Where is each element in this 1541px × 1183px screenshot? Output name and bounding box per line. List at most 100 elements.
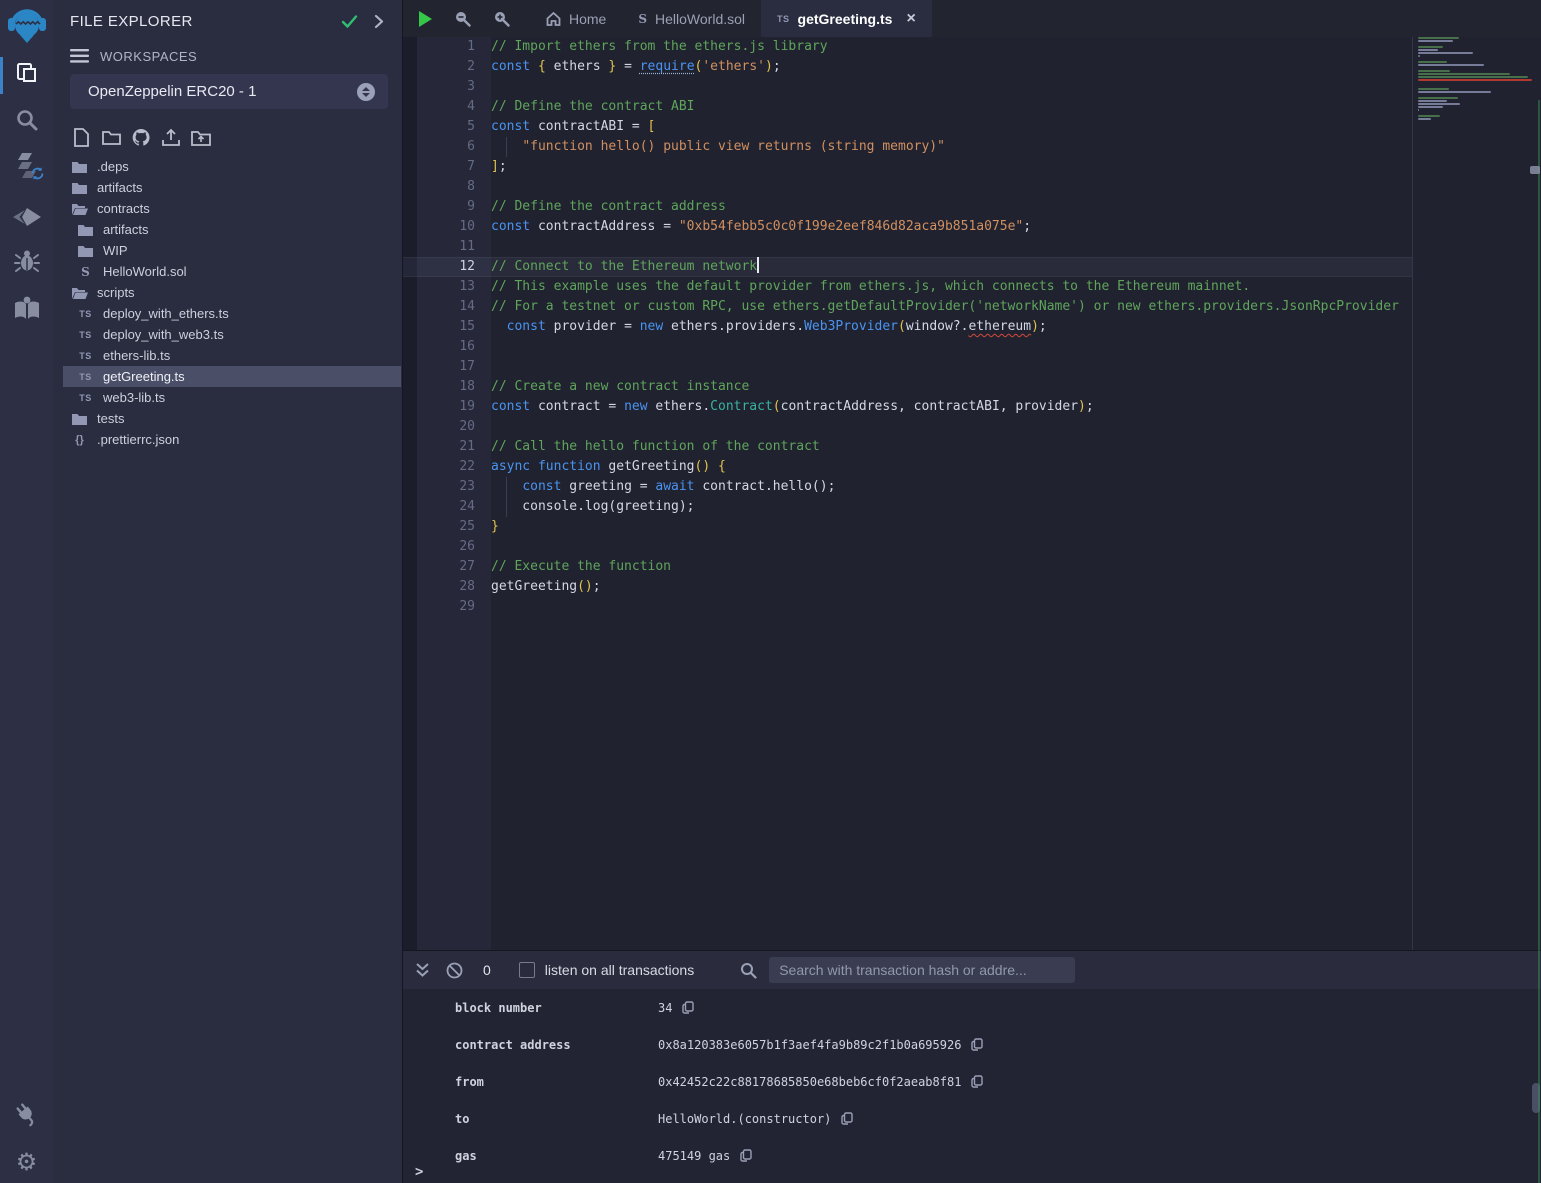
transaction-detail-row: block number34	[403, 989, 1541, 1026]
sidebar-item-unit-testing[interactable]	[0, 287, 53, 334]
transaction-detail-row: toHelloWorld.(constructor)	[403, 1100, 1541, 1137]
terminal-scrollbar-thumb[interactable]	[1532, 1083, 1540, 1113]
minimap-line	[1418, 70, 1450, 72]
file-tree-item-deploy-with-web3-ts[interactable]: TSdeploy_with_web3.ts	[63, 324, 401, 345]
code-editor[interactable]: 1234567891011121314151617181920212223242…	[403, 37, 1541, 950]
listen-transactions-label: listen on all transactions	[545, 962, 694, 978]
file-tree-item-helloworld-sol[interactable]: SHelloWorld.sol	[63, 261, 401, 282]
file-tree-item-artifacts[interactable]: artifacts	[63, 177, 401, 198]
workspace-selected-value: OpenZeppelin ERC20 - 1	[88, 83, 357, 100]
file-tree-item-ethers-lib-ts[interactable]: TSethers-lib.ts	[63, 345, 401, 366]
sidebar-item-solidity-compiler[interactable]	[0, 146, 53, 193]
detail-label: from	[455, 1075, 658, 1089]
file-tree-item-wip[interactable]: WIP	[63, 240, 401, 261]
new-file-icon[interactable]	[71, 127, 91, 147]
tab-label: HelloWorld.sol	[655, 11, 745, 27]
sidebar-item-settings[interactable]: ⚙	[0, 1141, 53, 1183]
minimap-line	[1418, 55, 1420, 57]
minimap-line	[1418, 109, 1419, 111]
new-folder-icon[interactable]	[101, 127, 121, 147]
tab-home[interactable]: Home	[530, 0, 622, 37]
sidebar-item-plugin-manager[interactable]	[0, 1094, 53, 1141]
hamburger-menu-icon[interactable]	[70, 49, 89, 63]
zoom-out-icon[interactable]	[454, 10, 471, 27]
detail-label: to	[455, 1112, 658, 1126]
minimap-line	[1418, 49, 1438, 51]
upload-file-icon[interactable]	[161, 127, 181, 147]
file-tree: .depsartifactscontractsartifactsWIPSHell…	[53, 156, 402, 450]
copy-icon[interactable]	[841, 1112, 853, 1125]
sidebar-item-debugger[interactable]	[0, 240, 53, 287]
close-icon[interactable]: ×	[906, 11, 915, 27]
expand-terminal-icon[interactable]	[415, 962, 430, 978]
line-number: 5	[417, 117, 475, 137]
file-tree-item-artifacts[interactable]: artifacts	[63, 219, 401, 240]
minimap-line	[1418, 91, 1491, 93]
file-tree-item-getgreeting-ts[interactable]: TSgetGreeting.ts	[63, 366, 401, 387]
minimap[interactable]	[1418, 37, 1532, 950]
minimap-line	[1418, 52, 1473, 54]
code-line-19: const contract = new ethers.Contract(con…	[491, 397, 1094, 417]
folder-open-icon	[72, 287, 88, 299]
detail-value: 34	[658, 1001, 672, 1015]
code-line-18: // Create a new contract instance	[491, 377, 749, 397]
line-number: 2	[417, 57, 475, 77]
tab-getgreeting-ts[interactable]: TSgetGreeting.ts×	[761, 0, 932, 37]
code-line-15: const provider = new ethers.providers.We…	[491, 317, 1047, 337]
editor-minimap-divider	[1412, 37, 1413, 950]
terminal-search-icon	[740, 962, 757, 979]
file-name: tests	[97, 411, 124, 426]
file-tree-item--prettierrc-json[interactable]: {}.prettierrc.json	[63, 429, 401, 450]
upload-folder-icon[interactable]	[191, 127, 211, 147]
chevron-right-icon[interactable]	[374, 14, 384, 29]
workspace-selector-icon	[357, 83, 375, 101]
workspace-dropdown[interactable]: OpenZeppelin ERC20 - 1	[70, 74, 388, 109]
code-line-23: const greeting = await contract.hello();	[491, 477, 835, 497]
copy-icon[interactable]	[971, 1075, 983, 1088]
remix-ide-window: ⚙ FILE EXPLORER	[0, 0, 1541, 1183]
transaction-detail-row: gas475149 gas	[403, 1137, 1541, 1174]
clear-console-icon[interactable]	[446, 962, 463, 979]
file-tree-item-contracts[interactable]: contracts	[63, 198, 401, 219]
minimap-line	[1418, 37, 1459, 39]
file-tree-item-tests[interactable]: tests	[63, 408, 401, 429]
code-line-24: console.log(greeting);	[491, 497, 695, 517]
code-line-21: // Call the hello function of the contra…	[491, 437, 820, 457]
zoom-in-icon[interactable]	[493, 10, 510, 27]
file-tree-item-deploy-with-ethers-ts[interactable]: TSdeploy_with_ethers.ts	[63, 303, 401, 324]
terminal-prompt[interactable]: >	[415, 1164, 423, 1180]
code-line-28: getGreeting();	[491, 577, 601, 597]
terminal-toolbar: 0 listen on all transactions	[403, 951, 1541, 989]
sidebar-item-file-explorer[interactable]	[0, 52, 53, 99]
detail-label: gas	[455, 1149, 658, 1163]
detail-value: HelloWorld.(constructor)	[658, 1112, 831, 1126]
minimap-line	[1418, 64, 1484, 66]
code-line-9: // Define the contract address	[491, 197, 726, 217]
tab-label: getGreeting.ts	[798, 11, 893, 27]
file-tree-item-web3-lib-ts[interactable]: TSweb3-lib.ts	[63, 387, 401, 408]
check-icon[interactable]	[341, 14, 358, 29]
minimap-line	[1418, 97, 1458, 99]
copy-icon[interactable]	[971, 1038, 983, 1051]
json-file-icon: {}	[75, 434, 84, 446]
detail-value: 0x8a120383e6057b1f3aef4fa9b89c2f1b0a6959…	[658, 1038, 961, 1052]
line-number: 19	[417, 397, 475, 417]
run-script-button[interactable]	[419, 11, 432, 27]
listen-transactions-checkbox[interactable]	[519, 962, 535, 978]
tab-helloworld-sol[interactable]: SHelloWorld.sol	[622, 0, 761, 37]
typescript-file-icon: TS	[79, 351, 92, 361]
sidebar-item-deploy-and-run[interactable]	[0, 193, 53, 240]
code-line-5: const contractABI = [	[491, 117, 655, 137]
transaction-count-badge: 0	[483, 962, 491, 978]
github-icon[interactable]	[131, 127, 151, 147]
file-tree-item-scripts[interactable]: scripts	[63, 282, 401, 303]
folder-icon	[72, 413, 87, 425]
file-tree-item--deps[interactable]: .deps	[63, 156, 401, 177]
copy-icon[interactable]	[682, 1001, 694, 1014]
terminal-search-input[interactable]	[769, 957, 1075, 983]
line-number: 4	[417, 97, 475, 117]
sidebar-item-search[interactable]	[0, 99, 53, 146]
minimap-line	[1418, 46, 1443, 48]
line-number: 15	[417, 317, 475, 337]
copy-icon[interactable]	[740, 1149, 752, 1162]
